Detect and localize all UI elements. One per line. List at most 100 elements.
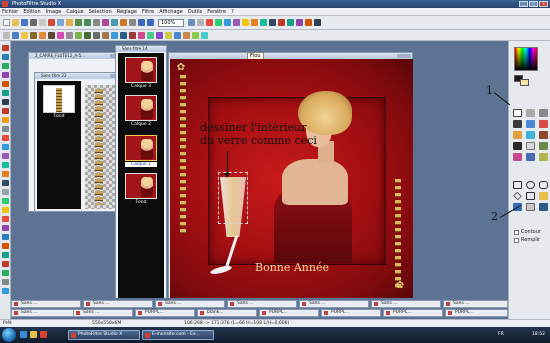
document-window-titre22[interactable]: Sans titre 22 Fond xyxy=(34,72,126,212)
batch-icon[interactable] xyxy=(251,19,258,26)
undo-icon[interactable] xyxy=(75,19,82,26)
crop-icon[interactable] xyxy=(93,19,100,26)
checkbox-box[interactable] xyxy=(514,237,519,243)
task-browser[interactable]: E-monsite.com - Ex... xyxy=(142,330,214,340)
auto-contrast-icon[interactable] xyxy=(12,31,19,39)
layers-icon[interactable] xyxy=(215,19,222,26)
gradient-fill-icon[interactable] xyxy=(147,31,154,39)
color-palette[interactable] xyxy=(514,47,538,71)
folder-icon[interactable] xyxy=(30,331,37,338)
filter-icon[interactable] xyxy=(287,19,294,26)
menu-edition[interactable]: Edition xyxy=(23,9,40,15)
canvas-icon[interactable] xyxy=(111,19,118,26)
diamond-shape-icon[interactable] xyxy=(513,191,522,201)
effects-icon[interactable] xyxy=(296,19,303,26)
layer-transform-icon[interactable] xyxy=(2,162,9,168)
explorer-icon[interactable] xyxy=(224,19,231,26)
stamp-tool-icon[interactable] xyxy=(539,153,548,161)
gamma-minus-icon[interactable] xyxy=(84,31,91,39)
layer-text-icon[interactable] xyxy=(2,207,9,213)
resize-icon[interactable] xyxy=(102,19,109,26)
smudge-tool-icon[interactable] xyxy=(526,153,535,161)
grayscale-icon[interactable] xyxy=(93,31,100,39)
gradient-icon[interactable] xyxy=(260,19,267,26)
layer-vector-icon[interactable] xyxy=(2,234,9,240)
layer-thumbnail-calque2[interactable] xyxy=(125,95,157,121)
menu-outils[interactable]: Outils xyxy=(188,9,202,15)
rotate-icon[interactable] xyxy=(120,19,127,26)
layer-resize-icon[interactable] xyxy=(2,270,9,276)
selection-marquee[interactable] xyxy=(218,172,248,224)
window-buttons[interactable] xyxy=(397,54,411,58)
maximize-button[interactable]: □ xyxy=(529,1,538,7)
print-icon[interactable] xyxy=(30,19,37,26)
spray-tool-icon[interactable] xyxy=(526,131,535,139)
copy-icon[interactable] xyxy=(57,19,64,26)
fit-icon[interactable] xyxy=(188,19,195,26)
document-title-bar[interactable]: Sans titre 22 xyxy=(35,73,125,79)
cut-icon[interactable] xyxy=(48,19,55,26)
new-icon[interactable] xyxy=(3,19,10,26)
layer-image-icon[interactable] xyxy=(2,216,9,222)
layer-thumbnail-fond[interactable] xyxy=(125,173,157,199)
save-icon[interactable] xyxy=(21,19,28,26)
layer-label-fond[interactable]: Fond xyxy=(125,200,157,205)
menu-selection[interactable]: Sélection xyxy=(89,9,112,15)
brightness-plus-icon[interactable] xyxy=(21,31,28,39)
contrast-plus-icon[interactable] xyxy=(39,31,46,39)
layer-ungroup-icon[interactable] xyxy=(2,252,9,258)
layer-label[interactable]: Fond xyxy=(43,114,75,119)
document-title-bar[interactable]: Sans titre 14 xyxy=(116,46,166,52)
menu-help[interactable]: ? xyxy=(231,9,234,15)
start-button[interactable] xyxy=(2,328,16,342)
layer-label-calque3[interactable]: Calque 3 xyxy=(125,84,157,89)
language-indicator[interactable]: FR xyxy=(498,332,504,337)
sharpen-icon[interactable] xyxy=(120,31,127,39)
doc-tab[interactable]: PURPL... xyxy=(383,309,443,317)
scan-icon[interactable] xyxy=(39,19,46,26)
emboss-icon[interactable] xyxy=(183,31,190,39)
auto-level-icon[interactable] xyxy=(3,31,10,39)
gamma-plus-icon[interactable] xyxy=(75,31,82,39)
texture-icon[interactable] xyxy=(174,31,181,39)
doc-tab[interactable]: PURPL... xyxy=(259,309,319,317)
select-tool-icon[interactable] xyxy=(513,109,522,117)
menu-fichier[interactable]: Fichier xyxy=(2,9,18,15)
mosaic-icon[interactable] xyxy=(201,31,208,39)
layer-group-icon[interactable] xyxy=(2,243,9,249)
minimize-button[interactable]: _ xyxy=(519,1,528,7)
layer-label-calque1[interactable]: Calque 1 xyxy=(125,162,157,167)
doc-tab[interactable]: PURPL... xyxy=(445,309,508,317)
fill-tool-icon[interactable] xyxy=(513,131,522,139)
red-eye-icon[interactable] xyxy=(278,19,285,26)
zoom-in-icon[interactable] xyxy=(138,19,145,26)
doc-tab[interactable]: Sans ... xyxy=(73,309,133,317)
close-button[interactable]: ✕ xyxy=(539,1,548,7)
automation-icon[interactable] xyxy=(242,19,249,26)
doc-tab[interactable]: Sans ... xyxy=(11,300,81,308)
outline-icon[interactable] xyxy=(165,31,172,39)
layer-shape-icon[interactable] xyxy=(2,225,9,231)
lasso-shape-icon[interactable] xyxy=(539,192,548,200)
saturation-minus-icon[interactable] xyxy=(66,31,73,39)
layer-down-icon[interactable] xyxy=(2,108,9,114)
layer-effect-icon[interactable] xyxy=(2,135,9,141)
doc-tab[interactable]: Sans ... xyxy=(83,300,153,308)
artwork-canvas[interactable]: ✿ ✿ dessiner l'intérieur du verre comme … xyxy=(170,59,413,299)
layer-options-icon[interactable] xyxy=(2,117,9,123)
open-icon[interactable] xyxy=(12,19,19,26)
layer-mask-icon[interactable] xyxy=(2,144,9,150)
menu-filtre[interactable]: Filtre xyxy=(142,9,154,15)
background-color[interactable] xyxy=(520,79,529,86)
rounded-rect-shape-icon[interactable] xyxy=(539,181,548,189)
text-icon[interactable] xyxy=(269,19,276,26)
eraser-tool-icon[interactable] xyxy=(526,142,535,150)
layer-label-calque2[interactable]: Calque 2 xyxy=(125,122,157,127)
doc-tab[interactable]: Sans ... xyxy=(227,300,297,308)
transparency-icon[interactable] xyxy=(138,31,145,39)
brightness-minus-icon[interactable] xyxy=(30,31,37,39)
rectangle-shape-icon[interactable] xyxy=(513,181,522,189)
layer-lock-icon[interactable] xyxy=(2,180,9,186)
menu-reglage[interactable]: Réglage xyxy=(117,9,137,15)
wand-icon[interactable] xyxy=(526,120,535,128)
